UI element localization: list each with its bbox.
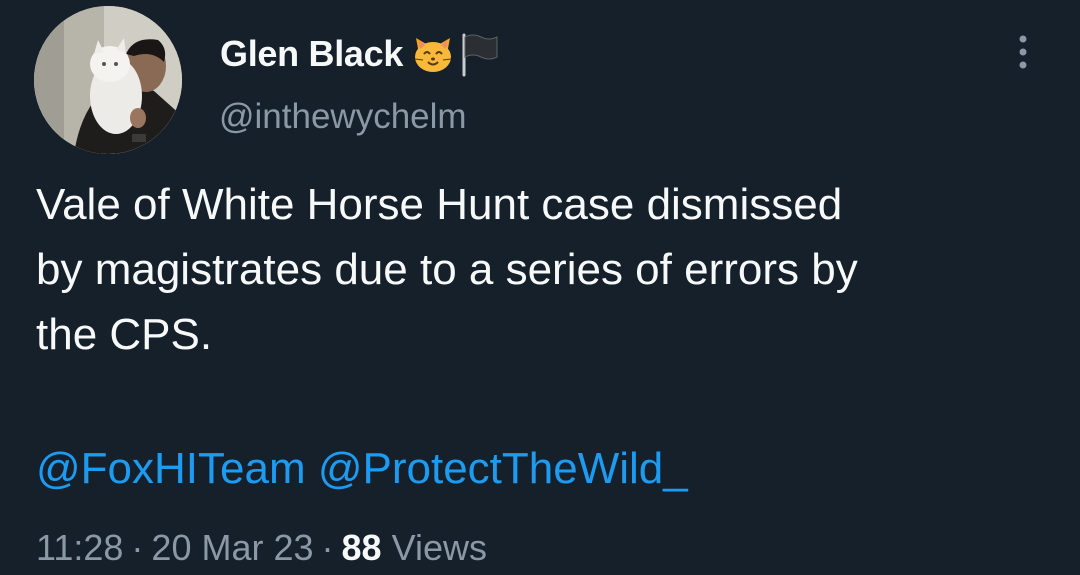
tweet: Glen Black @inthewychelm Vale of White H… — [0, 0, 1080, 575]
views-label: Views — [391, 527, 487, 568]
mentions-line: @FoxHITeam @ProtectTheWild_ — [36, 441, 688, 497]
tweet-text: Vale of White Horse Hunt case dismissed … — [36, 180, 858, 359]
tweet-date[interactable]: 20 Mar 23 — [151, 527, 313, 568]
black-flag-icon — [459, 31, 499, 77]
handle[interactable]: @inthewychelm — [219, 97, 467, 137]
mention-link[interactable]: @FoxHITeam — [36, 444, 306, 493]
mention-link[interactable]: @ProtectTheWild_ — [318, 444, 688, 493]
tweet-meta: 11:28 · 20 Mar 23 · 88 Views — [36, 525, 487, 571]
avatar-photo — [34, 6, 182, 154]
avatar[interactable] — [34, 6, 182, 154]
display-name-row: Glen Black — [220, 30, 499, 78]
cat-face-icon — [411, 32, 455, 76]
tweet-time[interactable]: 11:28 — [36, 527, 123, 568]
more-options-icon[interactable] — [1008, 30, 1038, 74]
display-name[interactable]: Glen Black — [220, 33, 403, 75]
views-count: 88 — [341, 527, 382, 568]
separator: · — [131, 527, 144, 568]
separator: · — [321, 527, 334, 568]
